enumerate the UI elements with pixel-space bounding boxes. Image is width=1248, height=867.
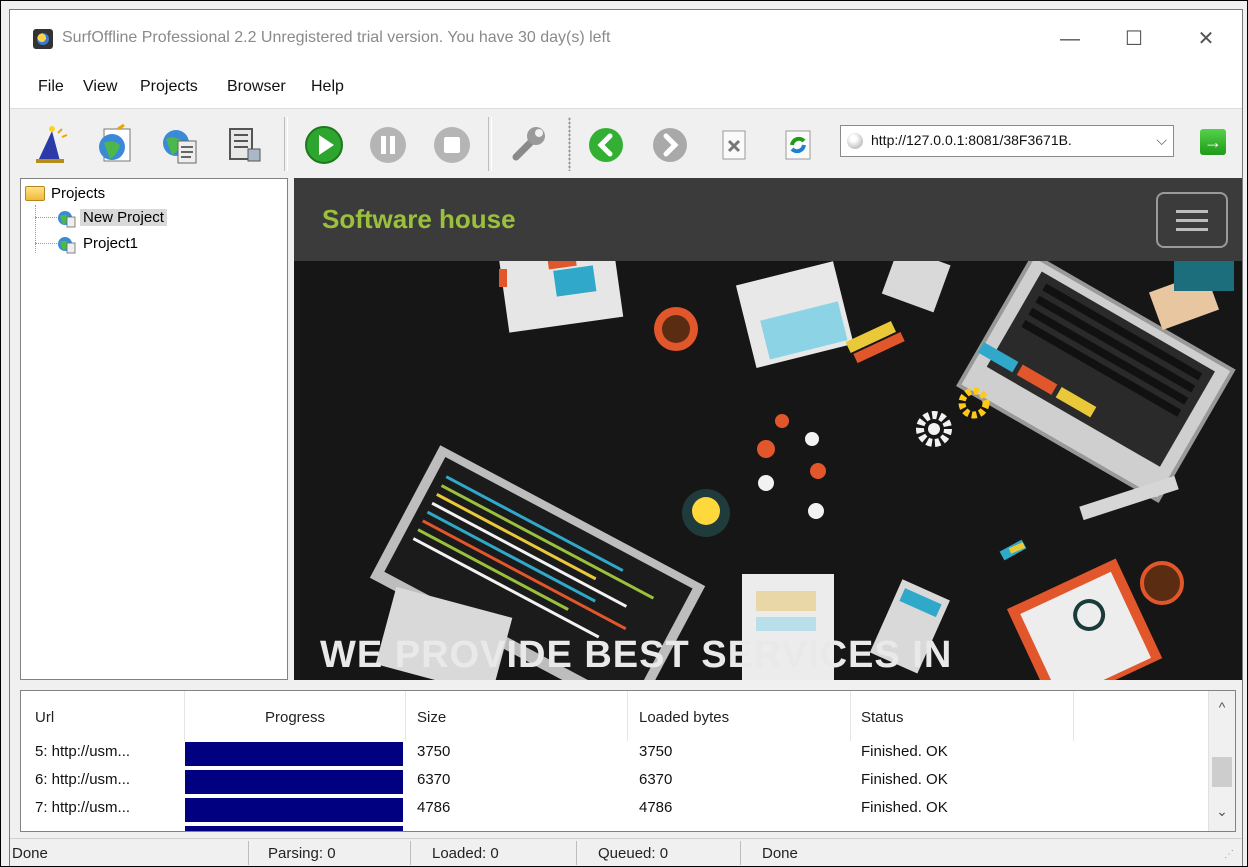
row-status: Finished. OK (861, 743, 948, 760)
tree-item-label: New Project (80, 209, 167, 226)
tree-connector (35, 243, 57, 244)
row-url: 5: http://usm... (35, 743, 131, 760)
scroll-down-icon[interactable]: ⌄ (1209, 803, 1235, 827)
tree-connector (35, 205, 36, 253)
project-tree: Projects New Project Project1 (20, 178, 288, 680)
resize-grip-icon[interactable]: ⋰ (1224, 849, 1234, 860)
row-size: 4786 (417, 799, 451, 816)
status-divider (410, 841, 411, 865)
row-size: 6370 (417, 771, 451, 788)
status-bar: Done Parsing: 0 Loaded: 0 Queued: 0 Done… (10, 838, 1242, 866)
status-state: Done (762, 845, 798, 862)
title-bar: SurfOffline Professional 2.2 Unregistere… (10, 10, 1242, 68)
status-divider (740, 841, 741, 865)
row-size: 3750 (417, 743, 451, 760)
pause-icon[interactable] (366, 123, 410, 167)
minimize-button[interactable]: — (1050, 22, 1090, 56)
go-button[interactable]: → (1200, 129, 1226, 155)
status-text: Done (12, 845, 48, 862)
address-dropdown-icon[interactable]: ⌵ (1156, 132, 1167, 149)
scroll-thumb[interactable] (1212, 757, 1232, 787)
project-icon (58, 211, 76, 228)
tree-root-label: Projects (51, 185, 106, 202)
folder-icon (25, 186, 45, 201)
hamburger-menu-icon[interactable] (1156, 192, 1228, 248)
globe-icon (847, 133, 863, 149)
address-text[interactable]: http://127.0.0.1:8081/38F3671B. (871, 132, 1141, 148)
site-header: Software house (294, 178, 1242, 261)
toolbar-separator (284, 117, 288, 171)
status-loaded: Loaded: 0 (432, 845, 499, 862)
progress-bar (185, 826, 403, 831)
column-header-size[interactable]: Size (417, 691, 617, 741)
download-list[interactable]: Url Progress Size Loaded bytes Status 5:… (20, 690, 1236, 832)
column-divider (1073, 691, 1074, 741)
app-icon (33, 29, 53, 49)
application-window: SurfOffline Professional 2.2 Unregistere… (9, 9, 1243, 866)
progress-bar (185, 742, 403, 766)
column-header-progress[interactable]: Progress (185, 691, 405, 741)
status-divider (248, 841, 249, 865)
menu-help[interactable]: Help (311, 78, 344, 96)
column-divider (627, 691, 628, 741)
toolbar: http://127.0.0.1:8081/38F3671B. ⌵ → (10, 109, 1242, 177)
menu-bar: File View Projects Browser Help (10, 68, 1242, 109)
progress-bar (185, 770, 403, 794)
status-parsing: Parsing: 0 (268, 845, 336, 862)
toolbar-separator (488, 117, 492, 171)
site-brand[interactable]: Software house (322, 204, 516, 235)
row-url: 7: http://usm... (35, 799, 131, 816)
forward-icon[interactable] (648, 123, 692, 167)
row-status: Finished. OK (861, 799, 948, 816)
progress-bar (185, 798, 403, 822)
menu-browser[interactable]: Browser (227, 78, 286, 96)
maximize-button[interactable]: ☐ (1114, 22, 1154, 56)
hero-image: WE PROVIDE BEST SERVICES IN (294, 261, 1242, 680)
row-loaded-bytes: 4786 (639, 799, 673, 816)
menu-view[interactable]: View (83, 78, 117, 96)
stop-page-icon[interactable] (712, 123, 756, 167)
hero-illustration (294, 261, 1242, 680)
column-divider (850, 691, 851, 741)
column-header-loaded-bytes[interactable]: Loaded bytes (639, 691, 839, 741)
row-loaded-bytes: 6370 (639, 771, 673, 788)
outer-frame: SurfOffline Professional 2.2 Unregistere… (0, 0, 1248, 867)
status-queued: Queued: 0 (598, 845, 669, 862)
hero-heading: WE PROVIDE BEST SERVICES IN (320, 634, 953, 676)
address-bar[interactable]: http://127.0.0.1:8081/38F3671B. ⌵ (840, 125, 1174, 157)
options-icon[interactable] (506, 123, 550, 167)
tree-item-label: Project1 (83, 235, 139, 252)
back-icon[interactable] (584, 123, 628, 167)
browser-view[interactable]: Software house WE PROVIDE BEST SERVICES … (294, 178, 1242, 680)
row-loaded-bytes: 3750 (639, 743, 673, 760)
column-divider (405, 691, 406, 741)
refresh-icon[interactable] (776, 123, 820, 167)
new-project-icon[interactable] (94, 123, 138, 167)
menu-file[interactable]: File (38, 78, 64, 96)
export-icon[interactable] (222, 123, 266, 167)
wizard-icon[interactable] (30, 123, 74, 167)
column-header-status[interactable]: Status (861, 691, 1061, 741)
stop-icon[interactable] (430, 123, 474, 167)
list-scrollbar[interactable]: ^ ⌄ (1208, 691, 1235, 831)
window-title: SurfOffline Professional 2.2 Unregistere… (62, 29, 611, 46)
close-button[interactable]: ✕ (1186, 22, 1226, 56)
tree-connector (35, 217, 57, 218)
menu-projects[interactable]: Projects (140, 78, 198, 96)
project-icon (58, 237, 76, 254)
row-url: 6: http://usm... (35, 771, 131, 788)
start-icon[interactable] (302, 123, 346, 167)
column-header-url[interactable]: Url (35, 691, 185, 741)
project-properties-icon[interactable] (158, 123, 202, 167)
scroll-up-icon[interactable]: ^ (1209, 699, 1235, 723)
row-status: Finished. OK (861, 771, 948, 788)
status-divider (576, 841, 577, 865)
toolbar-grip (568, 117, 571, 171)
